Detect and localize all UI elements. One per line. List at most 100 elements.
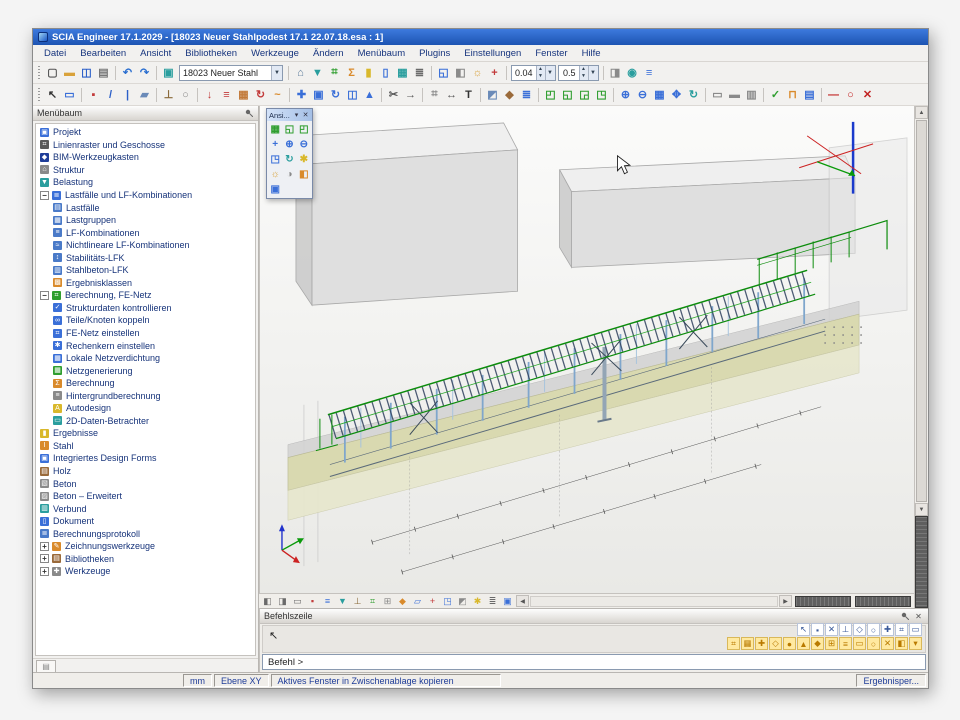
tree-item-fe-netz-einstellen[interactable]: ⌗FE-Netz einstellen — [36, 327, 255, 340]
ucs-icon[interactable]: + — [425, 595, 440, 608]
menu-einstellungen[interactable]: Einstellungen — [457, 47, 528, 60]
perpendicular-snap-icon[interactable]: ⊥ — [839, 623, 852, 636]
spin-down-icon[interactable]: ▼ — [580, 73, 588, 80]
move-icon[interactable]: ✚ — [293, 86, 310, 103]
expand-plus-icon[interactable]: + — [40, 567, 49, 576]
tree-item-stahlbeton-lfk[interactable]: ▥Stahlbeton-LFK — [36, 264, 255, 277]
grid-icon[interactable]: ⌗ — [426, 86, 443, 103]
tree-item-2d-daten-betrachter[interactable]: ▭2D-Daten-Betrachter — [36, 415, 255, 428]
shading-icon[interactable]: ◨ — [275, 595, 290, 608]
tree-item-teile-knoten-koppeln[interactable]: ∞Teile/Knoten koppeln — [36, 314, 255, 327]
gallery-icon[interactable]: ▦ — [394, 64, 411, 81]
menu-ändern[interactable]: Ändern — [306, 47, 351, 60]
command-history-area[interactable]: ↖ ↖▪✕⊥◇○✚⌗▭ ⌗▦✚◇●▲◆⊞≡▭○✕◧▾ — [262, 625, 926, 653]
default-view-icon[interactable]: ✱ — [297, 152, 311, 167]
zoom-out-icon[interactable]: ⊖ — [634, 86, 651, 103]
snap-dot-icon[interactable]: ● — [783, 637, 796, 650]
tree-item-rechenkern-einstellen[interactable]: ✱Rechenkern einstellen — [36, 339, 255, 352]
results-icon[interactable]: ▮ — [360, 64, 377, 81]
snap-raster-icon[interactable]: ⊞ — [825, 637, 838, 650]
menu-plugins[interactable]: Plugins — [412, 47, 457, 60]
spin-down-icon[interactable]: ▼ — [537, 73, 545, 80]
layers-icon[interactable]: ≡ — [641, 64, 658, 81]
zoom-window-icon[interactable]: ◱ — [282, 122, 296, 137]
scale-icon[interactable]: ▲ — [361, 86, 378, 103]
load-icon[interactable]: ▼ — [309, 64, 326, 81]
display-settings-icon[interactable]: ≣ — [485, 595, 500, 608]
menu-datei[interactable]: Datei — [37, 47, 73, 60]
edges-icon[interactable]: ▭ — [290, 595, 305, 608]
copy-icon[interactable]: ▣ — [310, 86, 327, 103]
tree-item-zeichnungswerkzeuge[interactable]: +✎Zeichnungswerkzeuge — [36, 540, 255, 553]
erase-icon[interactable]: ✕ — [859, 86, 876, 103]
connection-icon[interactable]: ⊓ — [784, 86, 801, 103]
tree-item-netzgenerierung[interactable]: ▦Netzgenerierung — [36, 364, 255, 377]
tree-item-dokument[interactable]: ▯Dokument — [36, 515, 255, 528]
zoom-in-icon[interactable]: ⊕ — [282, 137, 296, 152]
scroll-down-icon[interactable]: ▼ — [915, 503, 928, 516]
menu-werkzeuge[interactable]: Werkzeuge — [244, 47, 306, 60]
expand-plus-icon[interactable]: + — [40, 554, 49, 563]
zoom-selection-icon[interactable]: ◰ — [297, 122, 311, 137]
line-color-icon[interactable]: — — [825, 86, 842, 103]
spin-up-icon[interactable]: ▲ — [580, 66, 588, 73]
view-iso-icon[interactable]: ◳ — [593, 86, 610, 103]
zoom-all-icon[interactable]: ▦ — [651, 86, 668, 103]
snap-point-icon[interactable]: ◇ — [769, 637, 782, 650]
tree-item-bibliotheken[interactable]: +▤Bibliotheken — [36, 553, 255, 566]
menu-menübaum[interactable]: Menübaum — [351, 47, 413, 60]
clipping-box-icon[interactable]: ◨ — [607, 64, 624, 81]
tree-item-ergebnisse[interactable]: ▮Ergebnisse — [36, 427, 255, 440]
beam-icon[interactable]: / — [102, 86, 119, 103]
snap-vertex-icon[interactable]: ▲ — [797, 637, 810, 650]
collapse-minus-icon[interactable]: − — [40, 291, 49, 300]
load-scale-field-spinner[interactable]: ▲▼ — [579, 66, 588, 80]
palette-close-icon[interactable]: ✕ — [301, 110, 310, 120]
project-combo[interactable]: 18023 Neuer Stahl▼ — [179, 65, 283, 81]
pan-icon[interactable]: ✥ — [668, 86, 685, 103]
save-icon[interactable]: ◫ — [78, 64, 95, 81]
info-display-icon[interactable]: ▣ — [500, 595, 515, 608]
tree-item-werkzeuge[interactable]: +✚Werkzeuge — [36, 565, 255, 578]
table-icon[interactable]: ≣ — [411, 64, 428, 81]
view-top-icon[interactable]: ◰ — [542, 86, 559, 103]
trim-icon[interactable]: ✂ — [385, 86, 402, 103]
light-icon[interactable]: ☼ — [469, 64, 486, 81]
snap-lines-icon[interactable]: ≡ — [839, 637, 852, 650]
text-icon[interactable]: T — [460, 86, 477, 103]
tree-item-berechnungsprotokoll[interactable]: ≣Berechnungsprotokoll — [36, 528, 255, 541]
perspective-icon[interactable]: ◳ — [440, 595, 455, 608]
snap-more-icon[interactable]: ▾ — [909, 637, 922, 650]
extend-icon[interactable]: → — [402, 86, 419, 103]
expand-plus-icon[interactable]: + — [40, 542, 49, 551]
view-side-icon[interactable]: ◲ — [576, 86, 593, 103]
menubaum-dock-tab[interactable]: ▤ — [36, 660, 56, 672]
endpoint-snap-icon[interactable]: ▪ — [811, 623, 824, 636]
menu-fenster[interactable]: Fenster — [528, 47, 574, 60]
minimized-window-2[interactable] — [855, 596, 911, 607]
load-scale-field[interactable]: 0.5▲▼▼ — [558, 65, 599, 81]
midpoint-snap-icon[interactable]: ◇ — [853, 623, 866, 636]
support-icon[interactable]: ⊥ — [160, 86, 177, 103]
clip-icon[interactable]: ◧ — [297, 167, 311, 182]
mesh-icon[interactable]: ⌗ — [326, 64, 343, 81]
tree-item-strukturdaten-kontrollieren[interactable]: ✓Strukturdaten kontrollieren — [36, 302, 255, 315]
tree-item-lastfälle-und-lf-kombinationen[interactable]: −≣Lastfälle und LF-Kombinationen — [36, 189, 255, 202]
snap-mesh-icon[interactable]: ▦ — [741, 637, 754, 650]
document-icon[interactable]: ▯ — [377, 64, 394, 81]
snap-cross-icon[interactable]: ✕ — [881, 637, 894, 650]
moment-load-icon[interactable]: ↻ — [252, 86, 269, 103]
tree-item-holz[interactable]: ▤Holz — [36, 465, 255, 478]
tree-item-lastgruppen[interactable]: ▦Lastgruppen — [36, 214, 255, 227]
command-close-icon[interactable]: ✕ — [913, 611, 924, 622]
palette-menu-icon[interactable]: ▾ — [292, 110, 301, 120]
view-mode-icon[interactable]: ◧ — [260, 595, 275, 608]
beam-labels-icon[interactable]: ≡ — [320, 595, 335, 608]
tree-item-ergebnisklassen[interactable]: ▩Ergebnisklassen — [36, 277, 255, 290]
tree-item-lf-kombinationen[interactable]: ≡LF-Kombinationen — [36, 226, 255, 239]
shadow-icon[interactable]: ◑ — [282, 167, 296, 182]
clip-toggle-icon[interactable]: ◩ — [455, 595, 470, 608]
tree-item-integriertes-design-forms[interactable]: ▣Integriertes Design Forms — [36, 452, 255, 465]
chevron-down-icon[interactable]: ▼ — [588, 66, 598, 80]
support-display-icon[interactable]: ⊥ — [350, 595, 365, 608]
